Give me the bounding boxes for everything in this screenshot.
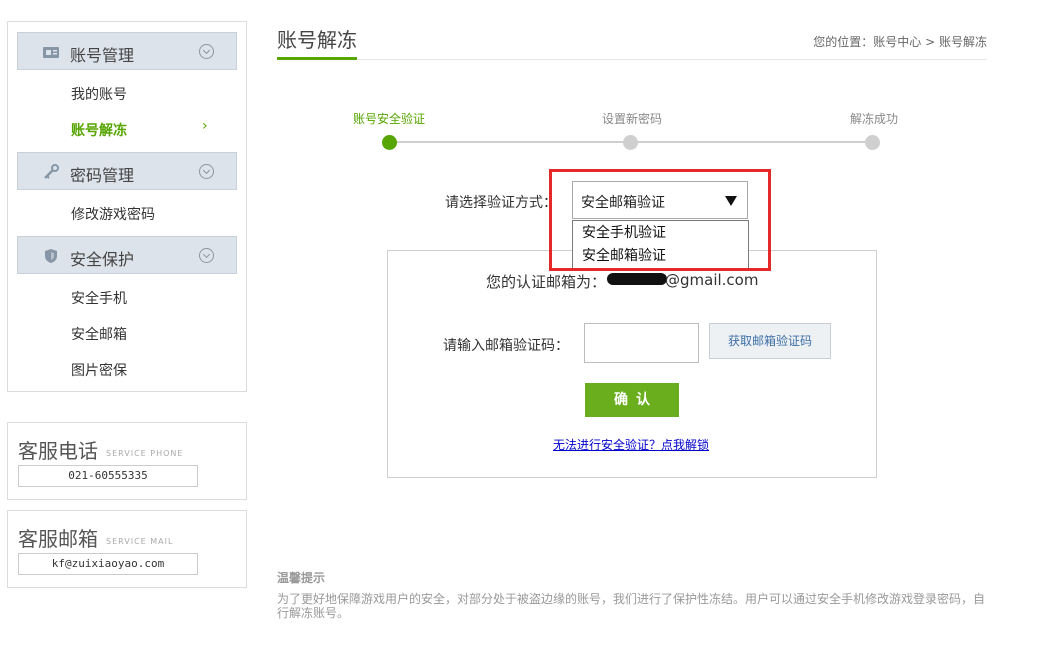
caret-down-icon — [725, 196, 737, 206]
get-email-code-button[interactable]: 获取邮箱验证码 — [709, 323, 831, 359]
step-dot-verify — [382, 135, 397, 150]
verify-method-selected: 安全邮箱验证 — [581, 195, 665, 211]
email-label: 您的认证邮箱为： — [486, 273, 607, 291]
step-label-verify: 账号安全验证 — [353, 112, 426, 126]
email-code-input[interactable] — [584, 323, 699, 363]
sidebar-section-title: 安全保护 — [70, 250, 135, 269]
sidebar-item-picture-protect[interactable]: 图片密保 — [71, 360, 127, 380]
option-phone-verify[interactable]: 安全手机验证 — [573, 221, 748, 244]
chevron-down-icon[interactable] — [199, 164, 214, 179]
email-domain: @gmail.com — [665, 271, 759, 289]
service-phone-title: 客服电话 — [18, 439, 98, 463]
verify-method-select[interactable]: 安全邮箱验证 — [572, 181, 748, 219]
breadcrumb-item-current: 账号解冻 — [938, 35, 987, 49]
sidebar-item-security-phone[interactable]: 安全手机 — [71, 288, 127, 308]
sidebar-section-account[interactable]: 账号管理 — [17, 32, 237, 70]
breadcrumb-item-account-center[interactable]: 账号中心 — [873, 35, 921, 49]
sidebar-menu: 账号管理 我的账号 账号解冻 › 密码管理 修改游戏密码 安全保护 安全手机 安… — [7, 21, 247, 392]
service-mail-subtitle: SERVICE MAIL — [106, 537, 174, 546]
sidebar-item-change-password[interactable]: 修改游戏密码 — [71, 204, 155, 224]
step-dot-success — [865, 135, 880, 150]
sidebar-item-account-unfreeze[interactable]: 账号解冻 — [71, 120, 127, 140]
service-phone-subtitle: SERVICE PHONE — [106, 449, 184, 458]
email-redaction-mark — [607, 273, 667, 285]
sidebar-item-my-account[interactable]: 我的账号 — [71, 84, 127, 104]
service-mail-box: 客服邮箱 SERVICE MAIL kf@zuixiaoyao.com — [7, 510, 247, 588]
shield-icon — [45, 249, 57, 263]
unlock-help-link[interactable]: 无法进行安全验证？点我解锁 — [553, 436, 709, 453]
sidebar-section-title: 账号管理 — [70, 46, 135, 65]
chevron-down-icon[interactable] — [199, 44, 214, 59]
chevron-down-icon[interactable] — [199, 248, 214, 263]
service-mail-title: 客服邮箱 — [18, 527, 98, 551]
chevron-right-icon: › — [202, 118, 208, 134]
verify-method-dropdown: 安全手机验证 安全邮箱验证 — [572, 220, 749, 269]
tips-title: 温馨提示 — [277, 571, 326, 585]
step-label-success: 解冻成功 — [850, 112, 899, 126]
step-dot-new-password — [623, 135, 638, 150]
verify-method-label: 请选择验证方式： — [445, 195, 557, 211]
service-phone-value: 021-60555335 — [18, 465, 198, 487]
breadcrumb: 您的位置：账号中心 > 账号解冻 — [813, 33, 987, 50]
sidebar-section-title: 密码管理 — [70, 166, 135, 185]
sidebar-section-password[interactable]: 密码管理 — [17, 152, 237, 190]
service-phone-box: 客服电话 SERVICE PHONE 021-60555335 — [7, 422, 247, 500]
option-email-verify[interactable]: 安全邮箱验证 — [573, 244, 748, 267]
breadcrumb-prefix: 您的位置： — [813, 35, 874, 49]
title-divider — [277, 59, 987, 60]
breadcrumb-separator: > — [925, 35, 936, 49]
key-icon — [44, 164, 59, 179]
service-mail-value: kf@zuixiaoyao.com — [18, 553, 198, 575]
confirm-button[interactable]: 确认 — [585, 383, 679, 417]
step-label-new-password: 设置新密码 — [602, 112, 663, 126]
tips-text: 为了更好地保障游戏用户的安全，对部分处于被盗边缘的账号，我们进行了保护性冻结。用… — [277, 592, 986, 620]
page-title: 账号解冻 — [277, 28, 357, 52]
title-underline — [277, 57, 357, 60]
id-card-icon — [43, 47, 59, 58]
code-label: 请输入邮箱验证码： — [443, 338, 569, 354]
sidebar-section-security[interactable]: 安全保护 — [17, 236, 237, 274]
sidebar-item-security-email[interactable]: 安全邮箱 — [71, 324, 127, 344]
